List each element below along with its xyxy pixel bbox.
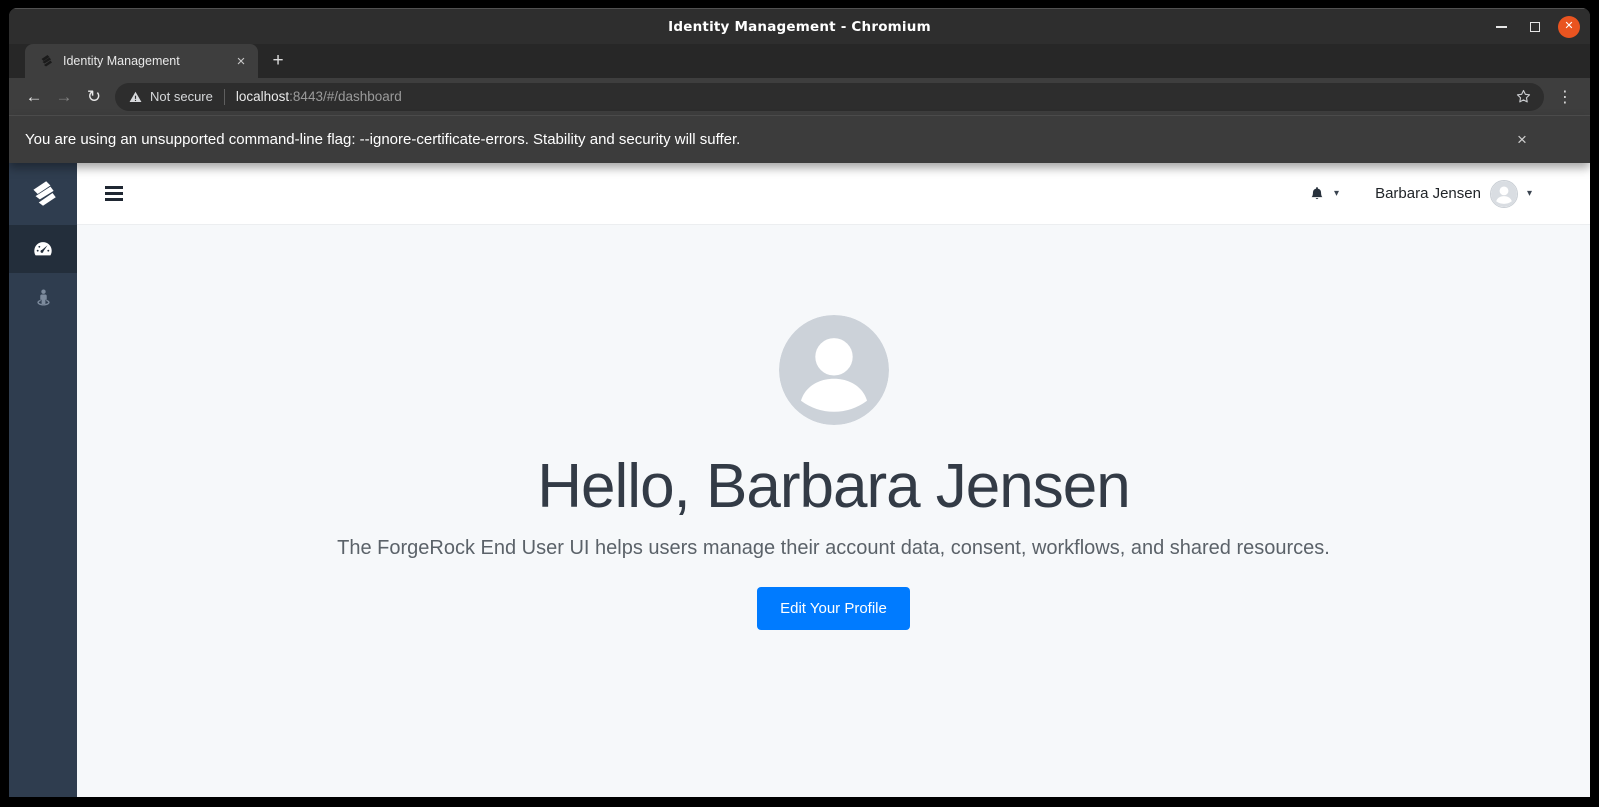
minimize-icon [1495,25,1507,28]
tachometer-icon [34,242,52,256]
notifications-dropdown[interactable]: ▾ [1308,185,1339,203]
tab-title: Identity Management [63,54,180,68]
forward-icon[interactable]: → [49,83,79,111]
security-chip-label: Not secure [150,89,213,104]
reload-icon[interactable]: ↻ [79,83,109,111]
sidebar-item-dashboard[interactable] [9,225,77,273]
bell-caret-icon: ▾ [1334,188,1340,199]
omnibox-divider [223,88,225,105]
hamburger-menu-icon[interactable] [101,182,127,205]
browser-window: Identity Management - Chromium ✕ Identit… [9,8,1590,797]
maximize-icon [1530,21,1540,32]
user-name: Barbara Jensen [1375,185,1481,202]
sidebar-item-profile[interactable] [9,273,77,321]
user-dropdown[interactable]: Barbara Jensen ▾ [1375,179,1532,208]
minimize-button[interactable] [1490,16,1512,38]
tab-strip: Identity Management × + [9,44,1590,78]
star-icon [1516,89,1531,103]
bookmark-star-icon[interactable] [1515,88,1532,105]
edit-profile-button[interactable]: Edit Your Profile [757,587,910,631]
greeting-heading: Hello, Barbara Jensen [537,452,1130,521]
dashboard-description: The ForgeRock End User UI helps users ma… [337,537,1330,560]
url-host: localhost [235,89,290,104]
back-icon[interactable]: ← [19,83,49,111]
avatar-icon [1490,180,1517,207]
app-navbar: ▾ Barbara Jensen ▾ [77,163,1590,225]
maximize-button[interactable] [1524,16,1546,38]
tab-identity-management[interactable]: Identity Management × [25,44,258,78]
forgerock-logo [9,163,77,225]
browser-menu-icon[interactable]: ⋮ [1552,84,1578,110]
tab-close-icon[interactable]: × [232,52,250,70]
browser-toolbar: ← → ↻ Not secure localhost:8443/#/dashbo… [9,78,1590,115]
address-bar[interactable]: Not secure localhost:8443/#/dashboard [115,82,1544,111]
warning-close-icon[interactable]: × [1510,128,1534,152]
close-button[interactable]: ✕ [1558,15,1580,38]
url-text: localhost:8443/#/dashboard [236,89,402,104]
window-title: Identity Management - Chromium [668,18,931,35]
bell-icon [1311,186,1323,199]
new-tab-button[interactable]: + [264,47,292,75]
titlebar: Identity Management - Chromium ✕ [9,8,1590,44]
security-chip[interactable]: Not secure [128,89,213,104]
profile-avatar [778,315,889,425]
app-content: ▾ Barbara Jensen ▾ Hello, Barbara Jensen… [9,163,1590,797]
window-controls: ✕ [1490,15,1590,38]
forgerock-logo-icon [33,181,56,206]
url-path: :8443/#/dashboard [289,89,402,104]
close-icon: ✕ [1564,20,1574,32]
navbar-right: ▾ Barbara Jensen ▾ [1308,179,1532,208]
user-avatar [1489,179,1518,208]
warning-bar: You are using an unsupported command-lin… [9,115,1590,163]
sidebar [9,163,77,797]
app-right-column: ▾ Barbara Jensen ▾ Hello, Barbara Jensen… [77,163,1590,797]
favicon-forgerock-icon [41,55,52,67]
warning-message: You are using an unsupported command-lin… [25,131,741,148]
street-view-icon [36,289,50,306]
user-caret-icon: ▾ [1526,188,1532,199]
dashboard-main: Hello, Barbara Jensen The ForgeRock End … [77,225,1590,797]
avatar-large-icon [778,315,889,425]
warning-triangle-icon [129,91,142,102]
